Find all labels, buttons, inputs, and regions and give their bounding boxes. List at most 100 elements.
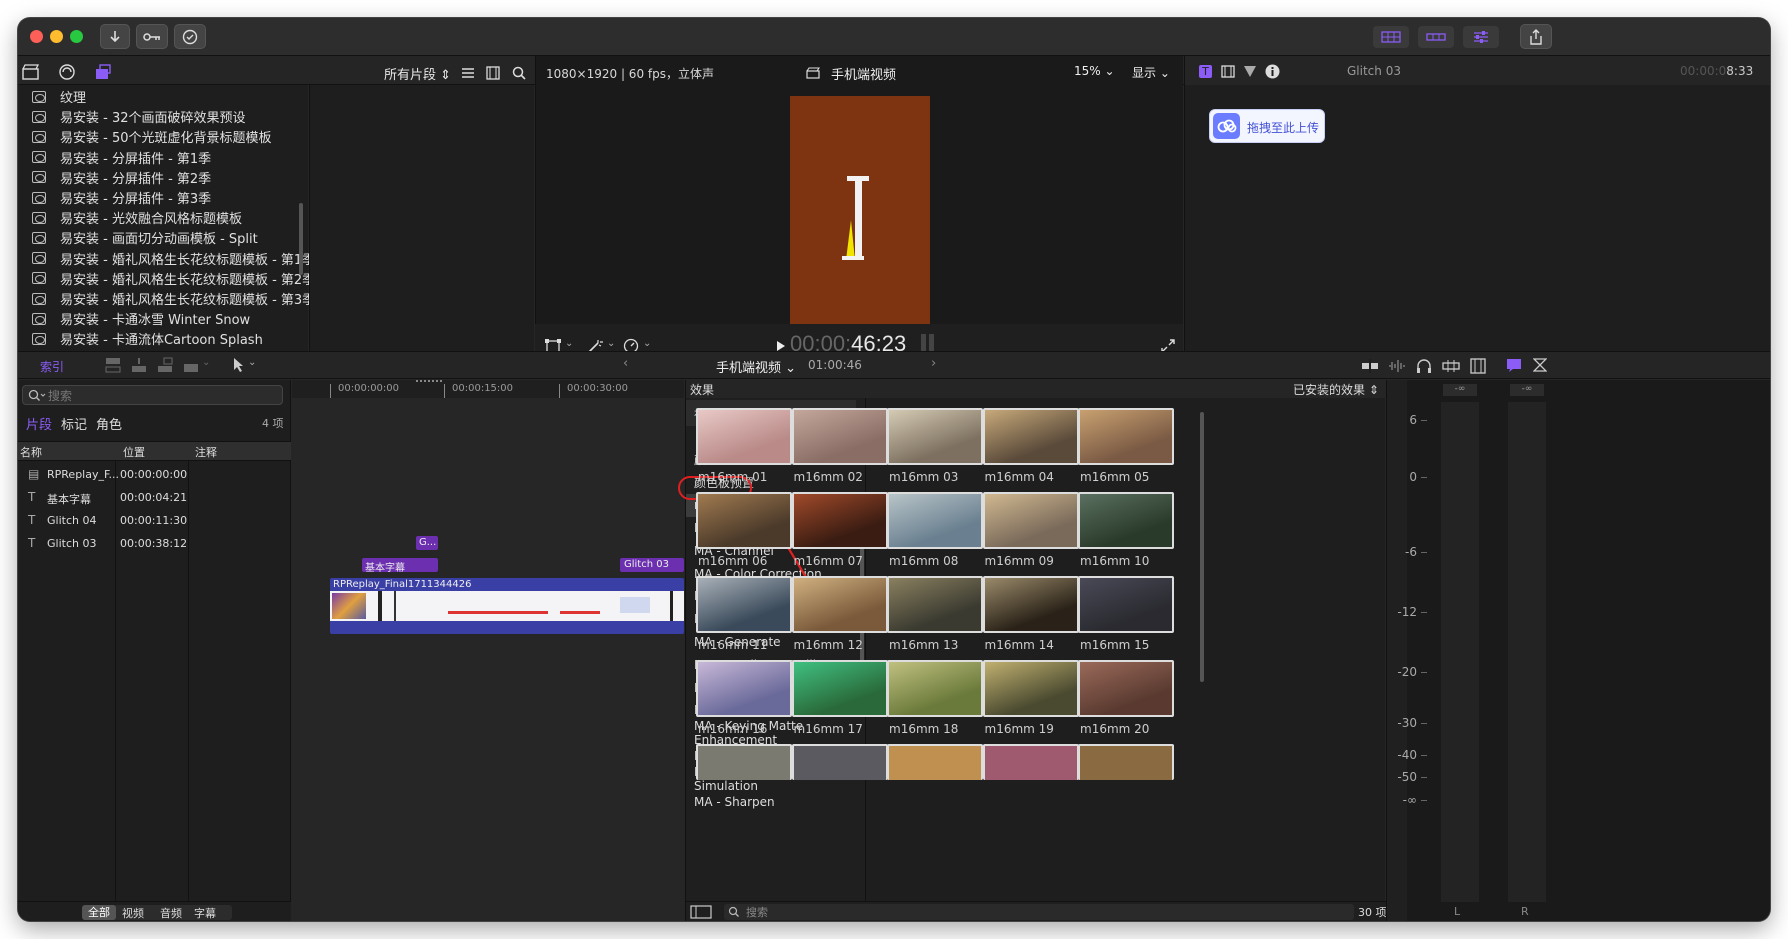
title-clip-basic[interactable]: 基本字幕 xyxy=(362,558,438,574)
background-tasks-button[interactable] xyxy=(174,24,206,49)
effect-thumbnail[interactable] xyxy=(1078,576,1174,633)
effect-thumbnail[interactable] xyxy=(696,744,792,780)
column-position[interactable]: 位置 xyxy=(123,444,145,460)
photos-audio-icon[interactable] xyxy=(58,63,76,81)
effect-thumbnail[interactable] xyxy=(887,660,983,717)
effect-thumbnail[interactable] xyxy=(696,492,792,549)
filmstrip-view-icon[interactable] xyxy=(486,66,500,80)
title-clip-glitch03[interactable]: Glitch 03 xyxy=(620,558,684,572)
effect-thumbnail[interactable] xyxy=(887,408,983,465)
effect-thumbnail[interactable] xyxy=(1078,744,1174,780)
effect-thumbnail[interactable] xyxy=(696,576,792,633)
show-timeline-button[interactable] xyxy=(1418,26,1454,48)
back-arrow-icon[interactable]: ‹ xyxy=(623,356,628,371)
effect-thumbnail[interactable] xyxy=(696,660,792,717)
installed-effects-dropdown[interactable]: 已安装的效果 ⇕ xyxy=(1293,381,1379,398)
effect-thumbnail[interactable] xyxy=(1078,408,1174,465)
effect-thumbnail[interactable] xyxy=(982,744,1079,780)
show-inspector-button[interactable] xyxy=(1463,26,1499,48)
filter-video[interactable]: 视频 xyxy=(122,905,144,921)
timeline-ruler[interactable]: 00:00:00:00 00:00:15:00 00:00:30:00 xyxy=(292,380,684,398)
effect-thumbnail[interactable] xyxy=(982,492,1079,549)
skimming-icon[interactable] xyxy=(1361,359,1379,373)
audio-skimming-icon[interactable] xyxy=(1388,359,1406,373)
color-inspector-icon[interactable] xyxy=(1243,65,1257,78)
effect-thumbnail[interactable] xyxy=(791,576,888,633)
zoom-window-button[interactable] xyxy=(70,30,83,43)
list-view-icon[interactable] xyxy=(461,67,475,79)
sidebar-toggle-icon[interactable] xyxy=(690,905,712,919)
title-clip-g[interactable]: G... xyxy=(416,536,438,550)
transitions-icon[interactable] xyxy=(1533,358,1547,372)
effect-thumbnail[interactable] xyxy=(791,744,888,780)
show-browser-button[interactable] xyxy=(1373,26,1409,48)
ruler-tick xyxy=(330,384,331,398)
timeline-area[interactable]: 00:00:00:00 00:00:15:00 00:00:30:00 G...… xyxy=(292,380,684,921)
chevron-down-icon[interactable]: ⌄ xyxy=(565,338,573,349)
chevron-down-icon[interactable]: ⌄ xyxy=(643,338,651,349)
effect-thumbnail-label: m16mm 20 xyxy=(1080,722,1150,736)
clapper-icon[interactable] xyxy=(22,64,40,80)
upload-drop-button[interactable]: 拖拽至此上传 xyxy=(1209,109,1325,143)
index-toggle[interactable]: 索引 xyxy=(40,358,64,375)
browser-grid-icon xyxy=(1381,31,1401,43)
chevron-down-icon[interactable]: ⌄ xyxy=(248,357,256,368)
effect-thumbnail[interactable] xyxy=(1078,492,1174,549)
index-tab-markers[interactable]: 标记 xyxy=(61,414,87,433)
effects-browser-icon[interactable] xyxy=(1506,358,1522,372)
import-button[interactable] xyxy=(100,24,130,49)
clip-appearance-icon[interactable] xyxy=(1470,358,1486,374)
index-tab-clips[interactable]: 片段 xyxy=(26,414,52,433)
effect-thumbnail[interactable] xyxy=(791,408,888,465)
effect-thumbnail[interactable] xyxy=(982,660,1079,717)
filter-audio[interactable]: 音频 xyxy=(160,905,182,921)
search-icon[interactable] xyxy=(512,66,526,80)
download-icon xyxy=(110,30,120,42)
library-scrollbar[interactable] xyxy=(299,203,303,275)
effect-thumbnail[interactable] xyxy=(696,408,792,465)
solo-icon[interactable] xyxy=(1442,359,1460,373)
headphones-icon[interactable] xyxy=(1416,358,1432,374)
category-item[interactable]: MA - Sharpen xyxy=(686,790,856,813)
forward-arrow-icon[interactable]: › xyxy=(931,356,936,371)
thumbnails-scrollbar[interactable] xyxy=(1200,412,1204,682)
filter-all[interactable]: 全部 xyxy=(82,905,116,920)
timeline-project-dropdown[interactable]: 手机端视频 ⌄ xyxy=(716,357,796,376)
index-row[interactable]: T Glitch 03 00:00:38:12 xyxy=(18,533,291,559)
minimize-window-button[interactable] xyxy=(50,30,63,43)
title-inspector-icon[interactable]: T xyxy=(1199,65,1212,78)
effect-thumbnail[interactable] xyxy=(887,576,983,633)
chevron-down-icon[interactable]: ⌄ xyxy=(607,338,615,349)
effect-thumbnail[interactable] xyxy=(791,660,888,717)
keywords-button[interactable] xyxy=(136,24,168,49)
effect-thumbnail[interactable] xyxy=(791,492,888,549)
index-tab-roles[interactable]: 角色 xyxy=(96,414,122,433)
effects-search-field[interactable]: 搜索 xyxy=(724,904,1354,920)
select-tool-icon[interactable] xyxy=(232,357,246,373)
effect-thumbnail[interactable] xyxy=(982,576,1079,633)
effect-thumbnail[interactable] xyxy=(1078,660,1174,717)
overwrite-clip-icon[interactable] xyxy=(182,357,200,373)
titles-generators-icon[interactable] xyxy=(94,63,112,81)
effect-thumbnail[interactable] xyxy=(982,408,1079,465)
effect-thumbnail[interactable] xyxy=(887,492,983,549)
chevron-down-icon[interactable]: ⌄ xyxy=(202,357,210,368)
share-button[interactable] xyxy=(1520,24,1552,49)
connect-clip-icon[interactable] xyxy=(104,357,122,373)
append-clip-icon[interactable] xyxy=(156,357,174,373)
index-search-field[interactable]: 搜索 xyxy=(22,385,283,405)
column-name[interactable]: 名称 xyxy=(20,444,42,460)
main-video-clip[interactable]: RPReplay_Final1711344426 xyxy=(330,578,684,634)
inspector-pane: T Glitch 03 00:00:08:33 拖拽至此上传 xyxy=(1184,56,1770,368)
installed-effects-label: 已安装的效果 xyxy=(1293,383,1366,397)
insert-clip-icon[interactable] xyxy=(130,357,148,373)
close-window-button[interactable] xyxy=(30,30,43,43)
clip-filter-dropdown[interactable]: 所有片段 ⇕ xyxy=(384,64,451,83)
filter-captions[interactable]: 字幕 xyxy=(194,905,216,921)
display-dropdown[interactable]: 显示 ⌄ xyxy=(1132,64,1170,81)
column-notes[interactable]: 注释 xyxy=(195,444,217,460)
video-inspector-icon[interactable] xyxy=(1221,65,1235,78)
info-icon[interactable] xyxy=(1265,64,1280,79)
zoom-dropdown[interactable]: 15% ⌄ xyxy=(1074,64,1115,78)
effect-thumbnail[interactable] xyxy=(887,744,983,780)
